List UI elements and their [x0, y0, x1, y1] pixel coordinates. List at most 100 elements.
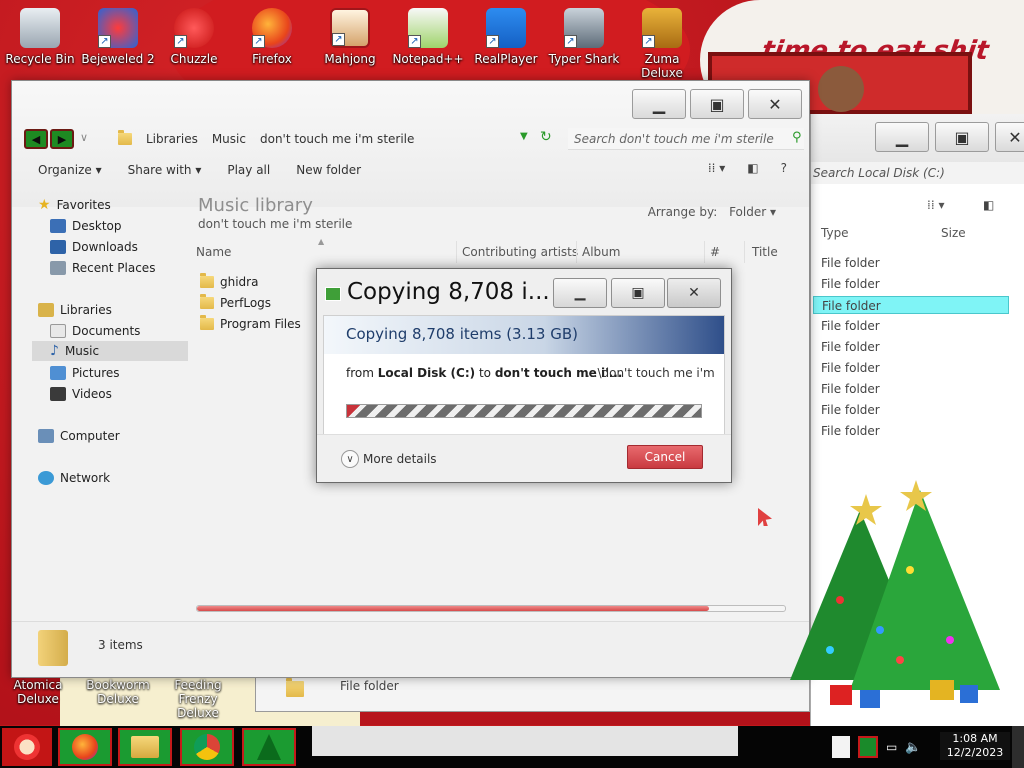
nav-label: Recent Places [72, 261, 156, 275]
list-item[interactable]: ghidra [200, 273, 258, 289]
tree-icon [257, 734, 281, 760]
folder-icon [118, 130, 132, 145]
table-row[interactable]: File folder [813, 317, 1009, 335]
table-row[interactable]: File folder [813, 254, 1009, 272]
minimize-button[interactable]: ▁ [632, 89, 686, 119]
help-icon[interactable]: ? [781, 161, 787, 175]
share-with-menu[interactable]: Share with ▾ [128, 163, 202, 177]
cancel-button[interactable]: Cancel [627, 445, 703, 469]
breadcrumb-music[interactable]: Music [212, 132, 246, 146]
table-row[interactable]: File folder [813, 380, 1009, 398]
address-bar[interactable]: Libraries Music don't touch me i'm steri… [118, 127, 558, 151]
minimize-button[interactable]: ▁ [875, 122, 929, 152]
column-track-number[interactable]: # [710, 245, 720, 259]
tray-flag-icon[interactable] [858, 736, 878, 758]
table-row[interactable]: File folder [813, 422, 1009, 440]
close-button[interactable]: ✕ [667, 278, 721, 308]
minimize-button[interactable]: ▁ [553, 278, 607, 308]
videos-icon [50, 387, 66, 401]
recent-pages-chevron-icon[interactable]: ∨ [80, 131, 88, 144]
column-type[interactable]: Type [821, 226, 849, 240]
nav-documents[interactable]: Documents [50, 321, 140, 341]
dialog-title: Copying 8,708 i... [347, 279, 550, 305]
mahjong-icon: ↗ [330, 8, 370, 48]
desktop-icon-firefox[interactable]: ↗ Firefox [234, 0, 310, 66]
desktop-icon-typer-shark[interactable]: ↗ Typer Shark [546, 0, 622, 66]
breadcrumb-libraries[interactable]: Libraries [146, 132, 198, 146]
nav-pictures[interactable]: Pictures [50, 363, 120, 383]
start-button[interactable] [2, 728, 52, 766]
desktop-icon-mahjong[interactable]: ↗ Mahjong [312, 0, 388, 66]
nav-computer[interactable]: Computer [38, 426, 120, 446]
organize-menu[interactable]: Organize ▾ [38, 163, 102, 177]
santa-icon [14, 734, 40, 760]
column-name[interactable]: Name [196, 245, 231, 259]
nav-network[interactable]: Network [38, 468, 110, 488]
maximize-button[interactable]: ▣ [690, 89, 744, 119]
organize-label: Organize [38, 163, 92, 177]
taskbar-chrome[interactable] [180, 728, 234, 766]
tray-folder-icon[interactable] [832, 736, 850, 758]
shortcut-arrow-icon: ↗ [642, 35, 655, 48]
column-album[interactable]: Album [582, 245, 620, 259]
address-progress-bar [196, 605, 786, 612]
play-all-button[interactable]: Play all [227, 163, 270, 177]
desktop-icon [50, 219, 66, 233]
search-input[interactable]: Search don't touch me i'm sterile [568, 128, 804, 150]
column-title[interactable]: Title [752, 245, 778, 259]
nav-favorites[interactable]: ★ Favorites [38, 195, 111, 215]
table-row-selected[interactable]: File folder [813, 296, 1009, 314]
preview-pane-icon[interactable]: ◧ [747, 161, 758, 175]
new-folder-button[interactable]: New folder [296, 163, 361, 177]
source-link[interactable]: Local Disk (C:) [378, 366, 475, 380]
desktop-icon-feeding-frenzy[interactable]: Feeding Frenzy Deluxe [156, 678, 240, 720]
recent-places-icon [50, 261, 66, 275]
refresh-icon[interactable]: ↻ [540, 129, 552, 145]
table-row[interactable]: File folder [813, 401, 1009, 419]
table-row[interactable]: File folder [813, 338, 1009, 356]
maximize-button[interactable]: ▣ [935, 122, 989, 152]
nav-recent-places[interactable]: Recent Places [50, 258, 155, 278]
view-options-icon[interactable]: ⁞⁞ ▾ [708, 161, 725, 175]
breadcrumb-current[interactable]: don't touch me i'm sterile [260, 132, 414, 146]
desktop-icon-atomica[interactable]: Atomica Deluxe [0, 678, 76, 706]
column-size[interactable]: Size [941, 226, 966, 240]
share-with-label: Share with [127, 163, 192, 177]
network-tray-icon[interactable]: ▭ [886, 740, 897, 754]
forward-button[interactable]: ▶ [50, 129, 74, 149]
taskbar-explorer[interactable] [118, 728, 172, 766]
desktop-icon-notepadpp[interactable]: ↗ Notepad++ [390, 0, 466, 66]
arrange-by[interactable]: Arrange by: Folder ▾ [648, 205, 776, 219]
desktop-icon-bejeweled[interactable]: ↗ Bejeweled 2 [80, 0, 156, 66]
desktop-icon-chuzzle[interactable]: ↗ Chuzzle [156, 0, 232, 66]
desktop-icon-zuma[interactable]: ↗ Zuma Deluxe [624, 0, 700, 80]
show-desktop-button[interactable] [1012, 726, 1024, 768]
address-dropdown-icon[interactable]: ▼ [520, 131, 528, 142]
taskbar-firefox[interactable] [58, 728, 112, 766]
nav-music[interactable]: ♪ Music [32, 341, 188, 361]
table-row[interactable]: File folder [813, 359, 1009, 377]
nav-videos[interactable]: Videos [50, 384, 112, 404]
search-icon[interactable]: ⚲ [792, 130, 802, 145]
desktop-icon-recycle-bin[interactable]: Recycle Bin [2, 0, 78, 66]
close-button[interactable]: ✕ [748, 89, 802, 119]
maximize-button[interactable]: ▣ [611, 278, 665, 308]
list-item[interactable]: PerfLogs [200, 294, 271, 310]
more-details-toggle[interactable]: ∨ More details [341, 450, 437, 468]
nav-libraries[interactable]: Libraries [38, 300, 112, 320]
back-button[interactable]: ◀ [24, 129, 48, 149]
table-row[interactable]: File folder [813, 275, 1009, 293]
view-options-icon[interactable]: ⁞⁞ ▾ [927, 198, 944, 212]
close-button[interactable]: ✕ [995, 122, 1024, 152]
desktop-icon-realplayer[interactable]: ↗ RealPlayer [468, 0, 544, 66]
search-input[interactable]: Search Local Disk (C:) [811, 162, 1024, 184]
clock[interactable]: 1:08 AM 12/2/2023 [940, 732, 1010, 760]
desktop-icon-bookworm[interactable]: Bookworm Deluxe [80, 678, 156, 706]
column-contributing-artists[interactable]: Contributing artists [462, 245, 578, 259]
volume-icon[interactable]: 🔈 [905, 740, 921, 755]
nav-downloads[interactable]: Downloads [50, 237, 138, 257]
taskbar-christmas-tree[interactable] [242, 728, 296, 766]
nav-desktop[interactable]: Desktop [50, 216, 122, 236]
preview-pane-icon[interactable]: ◧ [983, 198, 994, 212]
list-item[interactable]: Program Files [200, 315, 301, 331]
